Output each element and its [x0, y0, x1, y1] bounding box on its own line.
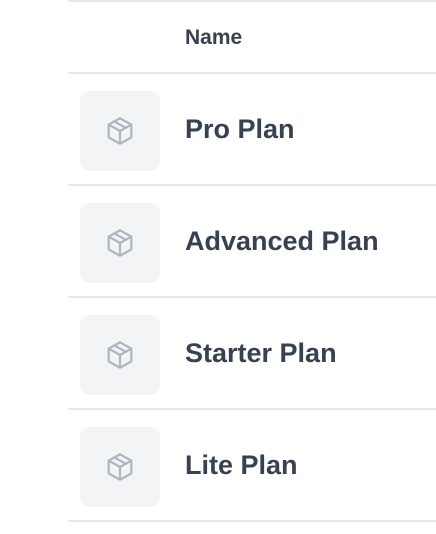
package-icon [107, 117, 133, 145]
package-icon [107, 229, 133, 257]
plan-thumbnail [80, 315, 160, 395]
plan-name[interactable]: Lite Plan [185, 450, 298, 481]
plan-name[interactable]: Starter Plan [185, 338, 337, 369]
table-row[interactable]: Advanced Plan [68, 186, 436, 298]
plans-table: Name Pro Plan Advanced Plan Starter Plan… [68, 0, 436, 522]
table-row[interactable]: Lite Plan [68, 410, 436, 522]
plan-thumbnail [80, 427, 160, 507]
column-header-name[interactable]: Name [185, 26, 242, 50]
table-header-row: Name [68, 2, 436, 74]
plan-thumbnail [80, 91, 160, 171]
plan-name[interactable]: Pro Plan [185, 114, 295, 145]
table-row[interactable]: Starter Plan [68, 298, 436, 410]
package-icon [107, 341, 133, 369]
table-row[interactable]: Pro Plan [68, 74, 436, 186]
plan-name[interactable]: Advanced Plan [185, 226, 379, 257]
package-icon [107, 453, 133, 481]
plan-thumbnail [80, 203, 160, 283]
